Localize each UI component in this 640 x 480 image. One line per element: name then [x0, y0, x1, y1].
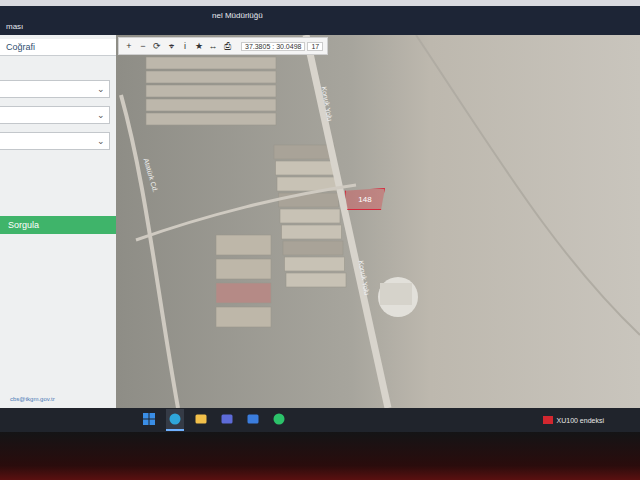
taskbar-app[interactable] [192, 409, 210, 431]
windows-icon [143, 413, 155, 425]
map-tool[interactable]: ⎙ [221, 41, 233, 52]
zoom-level: 17 [307, 42, 323, 51]
footer-email[interactable]: cbs@tkgm.gov.tr [0, 396, 116, 402]
taskbar-app[interactable] [140, 409, 158, 431]
sidebar-heading[interactable]: Coğrafi [0, 39, 116, 56]
taskbar-app[interactable] [244, 409, 262, 431]
map-tool[interactable]: i [179, 41, 191, 51]
edge-icon [169, 413, 181, 425]
dropdown[interactable]: ⌄ [0, 80, 110, 98]
monitor-bezel [0, 432, 640, 480]
chevron-icon: ⌄ [97, 136, 105, 146]
header-subtitle: ması [0, 21, 640, 32]
screen: nel Müdürlüğüması Coğrafi ⌄ ⌄ ⌄ Sorgula cbs@tk… [0, 0, 640, 480]
chevron-icon: ⌄ [97, 84, 105, 94]
dropdown[interactable]: ⌄ [0, 106, 110, 124]
news-icon [543, 416, 553, 424]
map-tool[interactable]: ⟳ [151, 41, 163, 51]
dropdown[interactable]: ⌄ [0, 132, 110, 150]
main: Coğrafi ⌄ ⌄ ⌄ Sorgula cbs@tkgm.gov.tr +−⟳⌖i★↔⎙… [0, 35, 640, 408]
map-tool[interactable]: − [137, 41, 149, 51]
taskbar-app[interactable] [166, 409, 184, 431]
map-tool[interactable]: ↔ [207, 41, 219, 51]
mail-icon [247, 413, 259, 425]
sidebar: Coğrafi ⌄ ⌄ ⌄ Sorgula cbs@tkgm.gov.tr [0, 35, 116, 408]
taskbar-app[interactable] [218, 409, 236, 431]
taskbar-app[interactable] [270, 409, 288, 431]
map-tool[interactable]: + [123, 41, 135, 51]
map-toolbar: +−⟳⌖i★↔⎙ 37.3805 : 30.049817 [118, 37, 328, 55]
parcel[interactable]: 148 [345, 188, 385, 210]
files-icon [195, 413, 207, 425]
map[interactable]: +−⟳⌖i★↔⎙37.3805 : 30.049817Konuk YoluKon… [116, 35, 640, 408]
query-button[interactable]: Sorgula [0, 216, 116, 234]
site-header: nel Müdürlüğüması [0, 6, 640, 35]
header-title: nel Müdürlüğü [0, 10, 640, 21]
road-label: Atatürk Cd. [143, 158, 159, 194]
map-tool[interactable]: ★ [193, 41, 205, 51]
satellite-map-icon [116, 35, 640, 408]
taskbar: XU100 endeksi [0, 408, 640, 432]
map-tool[interactable]: ⌖ [165, 41, 177, 52]
store-icon [221, 413, 233, 425]
news-widget[interactable]: XU100 endeksi [543, 416, 634, 424]
coordinates: 37.3805 : 30.0498 [241, 42, 305, 51]
chevron-icon: ⌄ [97, 110, 105, 120]
whatsapp-icon [273, 413, 285, 425]
